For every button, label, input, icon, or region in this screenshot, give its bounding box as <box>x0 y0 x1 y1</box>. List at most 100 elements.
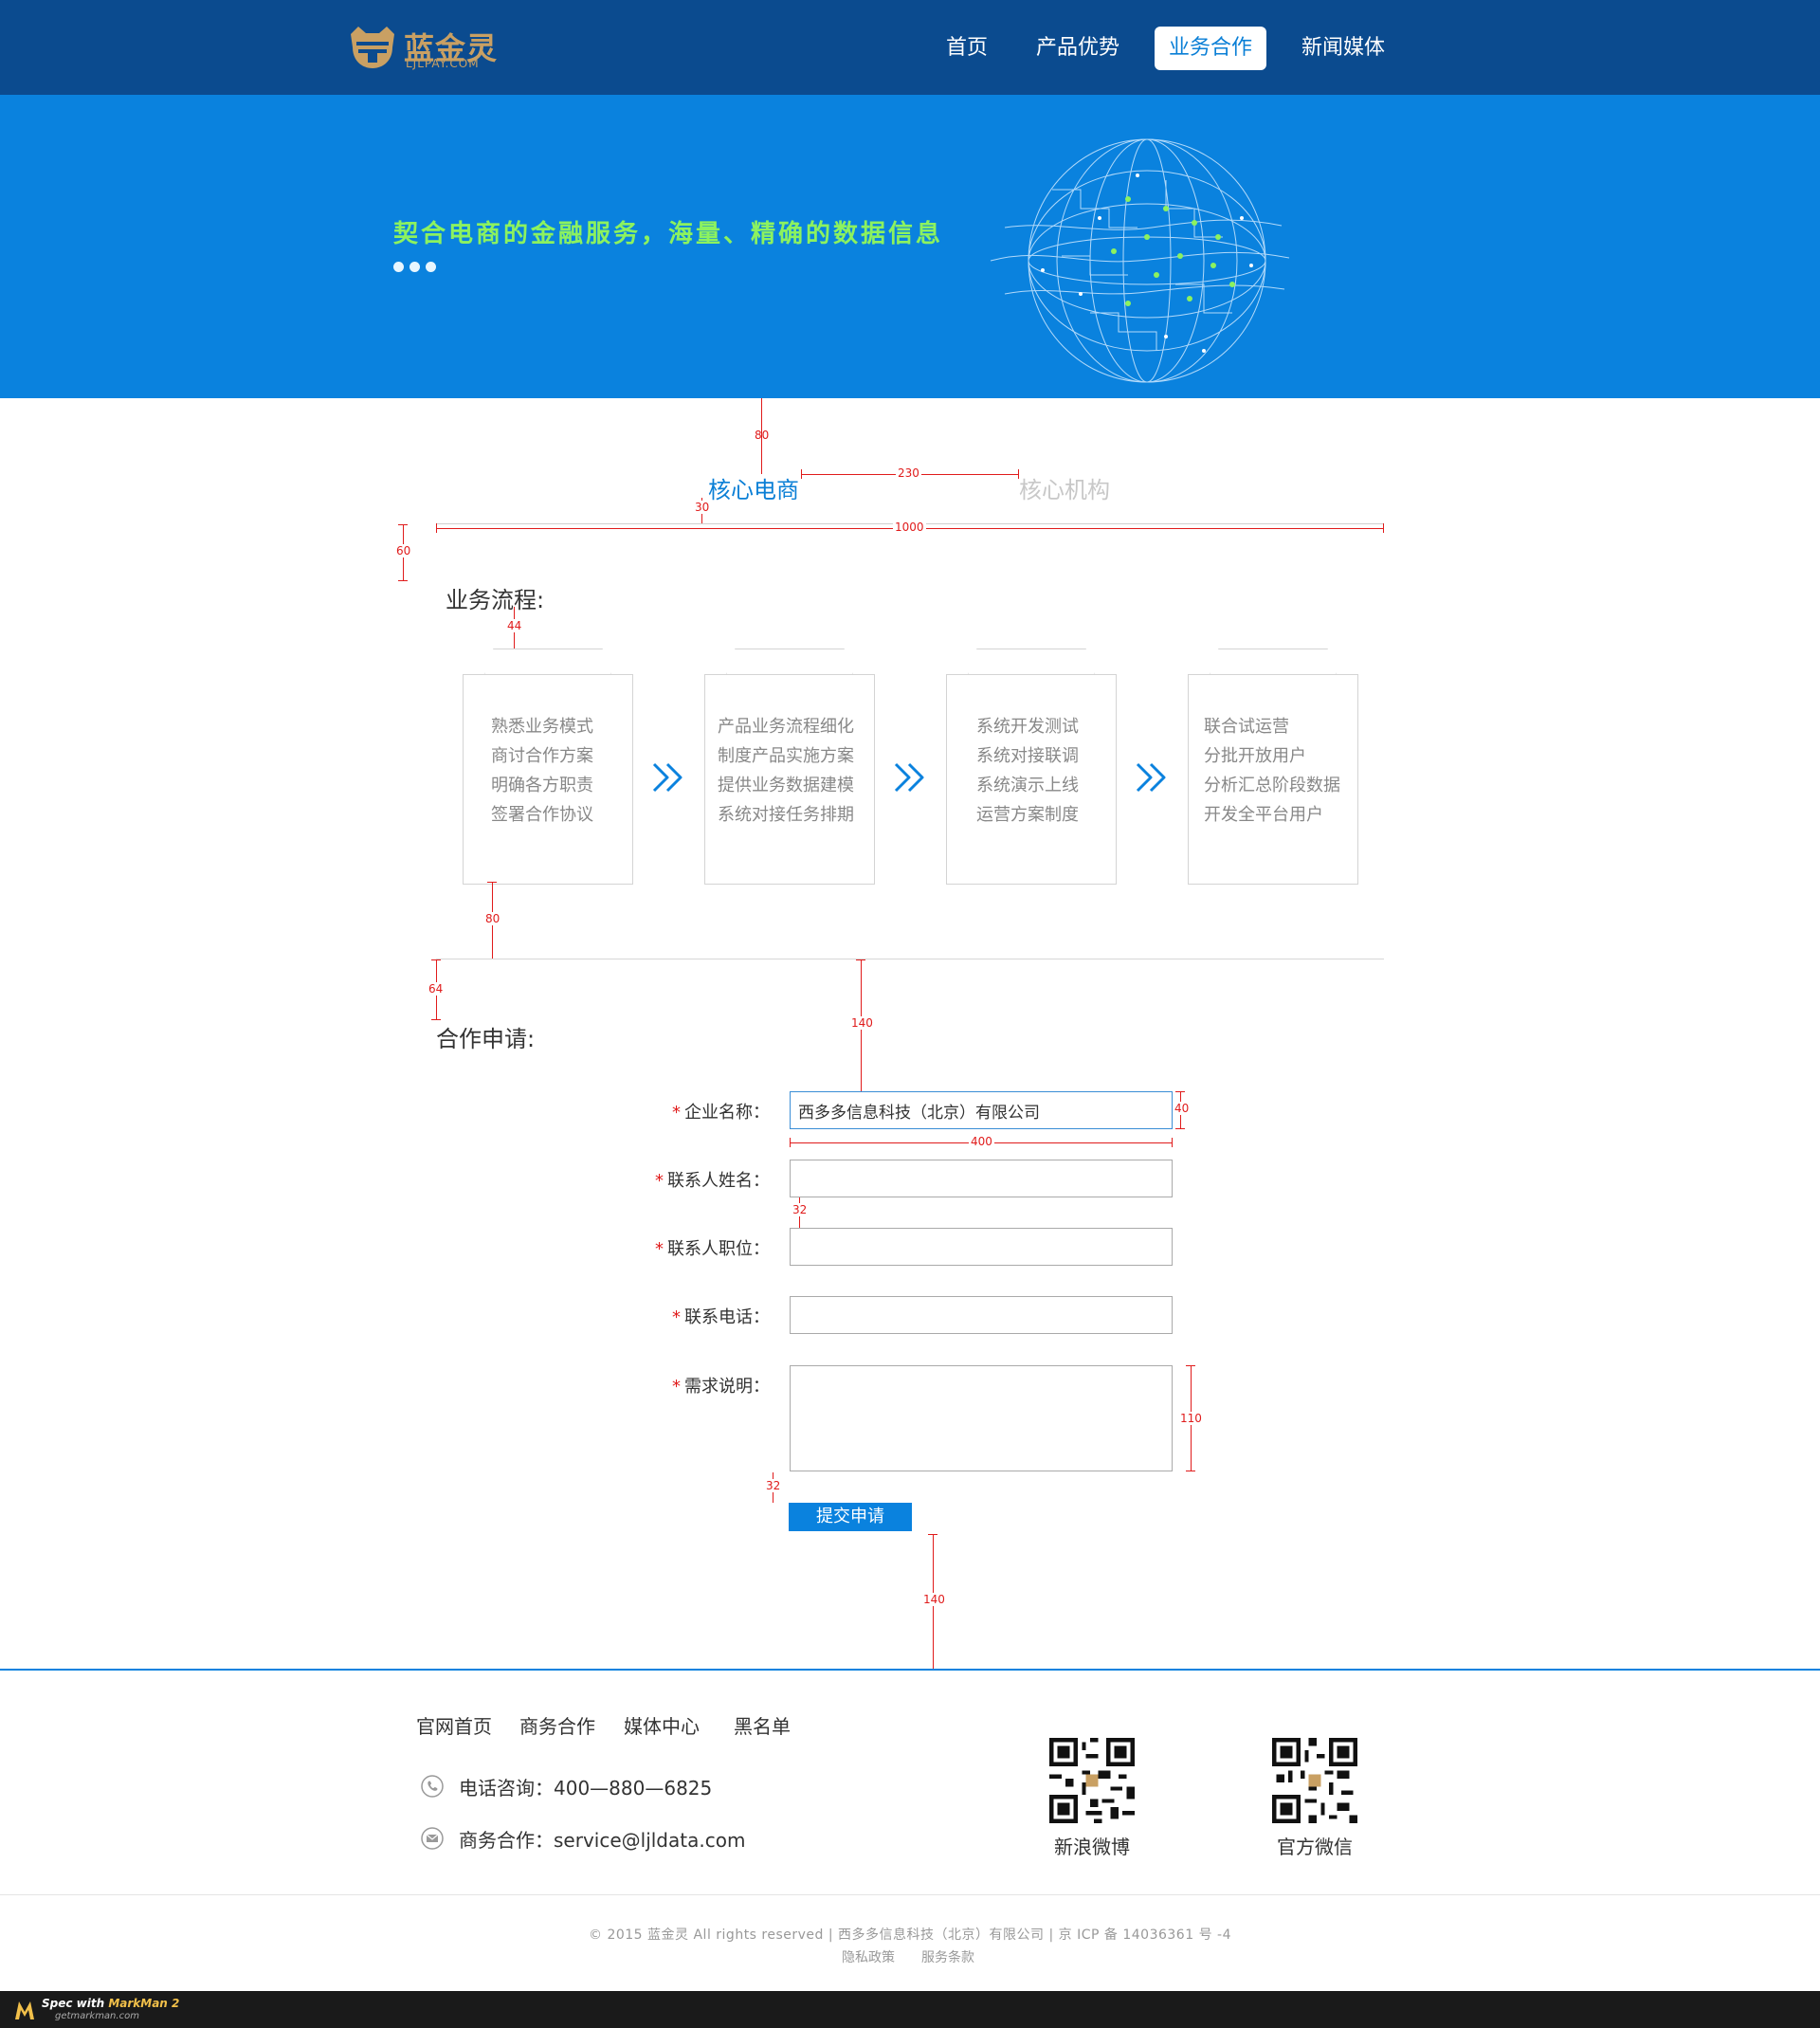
contact-name-input[interactable] <box>790 1160 1173 1197</box>
step-line: 系统对接任务排期 <box>718 805 854 825</box>
footer-link-business[interactable]: 商务合作 <box>519 1711 595 1739</box>
email-address[interactable]: service@ljldata.com <box>554 1829 745 1852</box>
step-line: 系统演示上线 <box>976 776 1079 795</box>
required-mark: * <box>655 1171 664 1191</box>
required-mark: * <box>672 1377 681 1397</box>
globe-network-icon <box>990 138 1290 383</box>
step-line: 系统对接联调 <box>976 746 1079 766</box>
measure-label: 80 <box>485 912 500 925</box>
measure-label: 44 <box>507 619 522 632</box>
qr-code-icon <box>1272 1738 1357 1823</box>
step-line: 产品业务流程细化 <box>718 717 854 737</box>
qr-code-icon <box>1049 1738 1135 1823</box>
qr-label-wechat: 官方微信 <box>1277 1836 1353 1858</box>
phone-input[interactable] <box>790 1296 1173 1334</box>
footer-divider <box>0 1669 1820 1671</box>
step-line: 制度产品实施方案 <box>718 746 854 766</box>
brand-logo[interactable]: 蓝金灵 LJLPAY.COM <box>347 23 499 72</box>
logo-domain: LJLPAY.COM <box>406 57 480 70</box>
logo-cat-icon <box>351 27 394 68</box>
submit-button[interactable]: 提交申请 <box>789 1503 912 1531</box>
step-line: 分批开放用户 <box>1204 746 1306 766</box>
qr-label-weibo: 新浪微博 <box>1054 1836 1130 1858</box>
required-mark: * <box>655 1239 664 1259</box>
double-chevron-right-icon <box>1136 762 1166 793</box>
measure-label: 30 <box>695 501 710 514</box>
step-tab <box>726 649 853 675</box>
measure-label: 80 <box>755 429 770 442</box>
measure-label: 140 <box>851 1016 873 1030</box>
footer-divider <box>0 1894 1820 1895</box>
nav-news[interactable]: 新闻媒体 <box>1291 27 1395 70</box>
label-text: 企业名称： <box>684 1103 770 1123</box>
step-line: 签署合作协议 <box>491 805 593 825</box>
step-tab <box>1210 649 1337 675</box>
measure-label: 60 <box>396 544 411 557</box>
mail-icon <box>421 1827 444 1850</box>
step-line: 分析汇总阶段数据 <box>1204 776 1340 795</box>
markman-brand: MarkMan 2 <box>108 1997 180 2010</box>
double-chevron-right-icon <box>652 762 682 793</box>
tab-core-institutions[interactable]: 核心机构 <box>1019 471 1110 504</box>
step-tab <box>968 649 1095 675</box>
company-name-input[interactable] <box>790 1091 1173 1129</box>
tab-core-ecommerce[interactable]: 核心电商 <box>708 471 799 504</box>
step-line: 联合试运营 <box>1204 717 1289 737</box>
carousel-dot[interactable] <box>410 262 420 272</box>
footer-link-blacklist[interactable]: 黑名单 <box>734 1711 791 1739</box>
email-label: 商务合作： <box>459 1829 554 1852</box>
footer-link-home[interactable]: 官网首页 <box>416 1711 492 1739</box>
step-line: 提供业务数据建模 <box>718 776 854 795</box>
phone-icon <box>421 1775 444 1798</box>
step-tab <box>484 649 611 675</box>
process-step-2: 产品业务流程细化 制度产品实施方案 提供业务数据建模 系统对接任务排期 <box>704 649 875 886</box>
step-line: 商讨合作方案 <box>491 746 593 766</box>
label-text: 联系人姓名： <box>667 1171 770 1191</box>
step-line: 运营方案制度 <box>976 805 1079 825</box>
step-line: 系统开发测试 <box>976 717 1079 737</box>
label-text: 联系人职位： <box>667 1239 770 1259</box>
footer-phone: 电话咨询：400—880—6825 <box>459 1773 712 1800</box>
label-phone: * 联系电话： <box>672 1304 770 1328</box>
nav-advantages[interactable]: 产品优势 <box>1026 27 1130 70</box>
top-header: 蓝金灵 LJLPAY.COM 首页 产品优势 业务合作 新闻媒体 <box>0 0 1820 95</box>
privacy-policy-link[interactable]: 隐私政策 <box>842 1947 895 1966</box>
phone-label: 电话咨询： <box>459 1777 554 1800</box>
step-line: 熟悉业务模式 <box>491 717 593 737</box>
measure-label: 64 <box>428 982 444 996</box>
footer-link-media[interactable]: 媒体中心 <box>624 1711 700 1739</box>
process-step-3: 系统开发测试 系统对接联调 系统演示上线 运营方案制度 <box>946 649 1117 886</box>
label-contact-name: * 联系人姓名： <box>655 1167 770 1192</box>
step-line: 开发全平台用户 <box>1204 805 1323 825</box>
measure-label: 32 <box>792 1203 808 1216</box>
banner-slogan: 契合电商的金融服务，海量、精确的数据信息 <box>393 220 944 248</box>
contact-position-input[interactable] <box>790 1228 1173 1266</box>
nav-cooperation[interactable]: 业务合作 <box>1155 27 1266 70</box>
measure-label: 230 <box>896 466 921 480</box>
required-mark: * <box>672 1103 681 1123</box>
nav-home[interactable]: 首页 <box>935 27 999 70</box>
terms-of-service-link[interactable]: 服务条款 <box>921 1947 974 1966</box>
copyright-text: © 2015 蓝金灵 All rights reserved | 西多多信息科技… <box>589 1928 1231 1943</box>
required-mark: * <box>672 1307 681 1327</box>
label-text: 需求说明： <box>684 1377 770 1397</box>
markman-logo-icon <box>15 2001 34 2019</box>
label-contact-position: * 联系人职位： <box>655 1235 770 1260</box>
process-step-4: 联合试运营 分批开放用户 分析汇总阶段数据 开发全平台用户 <box>1188 649 1358 886</box>
markman-bar: Spec with MarkMan 2 getmarkman.com <box>0 1991 1820 2028</box>
measure-label: 110 <box>1180 1412 1202 1425</box>
label-requirements: * 需求说明： <box>672 1373 770 1398</box>
measure-label: 40 <box>1174 1102 1190 1115</box>
markman-url[interactable]: getmarkman.com <box>55 2011 139 2021</box>
measure-label: 32 <box>766 1479 781 1492</box>
step-line: 明确各方职责 <box>491 776 593 795</box>
phone-number: 400—880—6825 <box>554 1777 713 1800</box>
carousel-dot[interactable] <box>426 262 436 272</box>
measure-label: 140 <box>923 1593 945 1606</box>
hero-banner: 契合电商的金融服务，海量、精确的数据信息 <box>0 95 1820 398</box>
carousel-dot[interactable] <box>393 262 404 272</box>
form-title: 合作申请: <box>436 1026 536 1052</box>
requirements-textarea[interactable] <box>790 1365 1173 1471</box>
process-title: 业务流程: <box>446 587 545 613</box>
process-step-1: 熟悉业务模式 商讨合作方案 明确各方职责 签署合作协议 <box>463 649 633 886</box>
